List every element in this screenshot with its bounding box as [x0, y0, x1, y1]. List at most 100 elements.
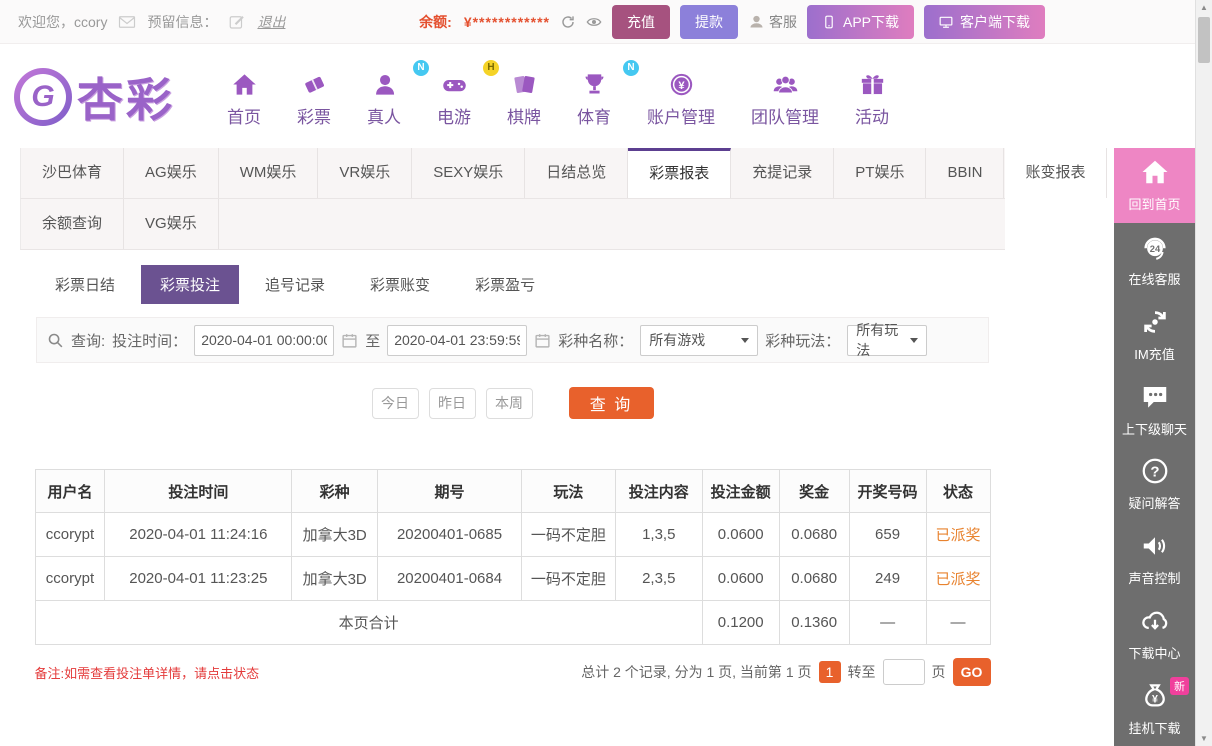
- tab-balance-query[interactable]: 余额查询: [21, 199, 124, 249]
- customer-service-link[interactable]: 客服: [748, 12, 797, 32]
- reserved-info-label: 预留信息：: [147, 12, 217, 32]
- welcome-text: 欢迎您，ccory: [18, 12, 107, 32]
- lottery-name-select[interactable]: 所有游戏: [640, 325, 758, 356]
- summary-label: 本页合计: [35, 601, 702, 645]
- sidebar-item-im-recharge[interactable]: IM充值: [1114, 298, 1195, 373]
- table-footer: 备注:如需查看投注单详情，请点击状态 总计 2 个记录, 分为 1 页, 当前第…: [35, 658, 991, 686]
- tab-sexy[interactable]: SEXY娱乐: [412, 148, 525, 198]
- site-logo[interactable]: G 杏彩: [14, 64, 175, 130]
- go-button[interactable]: GO: [953, 658, 991, 686]
- today-button[interactable]: 今日: [372, 388, 419, 419]
- sidebar-item-online-service[interactable]: 24 在线客服: [1114, 223, 1195, 298]
- edit-icon[interactable]: [228, 13, 246, 31]
- app-download-button[interactable]: APP下载: [807, 5, 914, 39]
- sidebar-item-faq[interactable]: ? 疑问解答: [1114, 447, 1195, 522]
- calendar-icon[interactable]: [341, 332, 358, 349]
- goto-page-input[interactable]: [883, 659, 925, 685]
- scroll-up-arrow-icon[interactable]: ▲: [1196, 0, 1212, 15]
- play-type-select[interactable]: 所有玩法: [847, 325, 927, 356]
- cloud-download-icon: [1140, 606, 1170, 636]
- cell-bet-amount: 0.0600: [702, 557, 779, 601]
- tab-vg[interactable]: VG娱乐: [124, 199, 219, 249]
- tab-daily-overview[interactable]: 日结总览: [525, 148, 628, 198]
- sidebar-item-sound-control[interactable]: 声音控制: [1114, 522, 1195, 597]
- nav-item-team[interactable]: 团队管理: [733, 66, 837, 128]
- status-link[interactable]: 已派奖: [926, 513, 990, 557]
- nav-item-home[interactable]: 首页: [209, 66, 279, 128]
- nav-label: 彩票: [279, 103, 349, 128]
- tab-bbin[interactable]: BBIN: [926, 148, 1004, 198]
- nav-item-boardgames[interactable]: 棋牌: [489, 66, 559, 128]
- scrollbar-thumb[interactable]: [1198, 17, 1210, 63]
- nav-item-live[interactable]: N 真人: [349, 66, 419, 128]
- recharge-button[interactable]: 充值: [612, 5, 670, 39]
- nav-item-egames[interactable]: H 电游: [419, 66, 489, 128]
- eye-icon[interactable]: [586, 14, 602, 30]
- pagination: 总计 2 个记录, 分为 1 页, 当前第 1 页 1 转至 页 GO: [581, 658, 990, 686]
- topbar-right: 余额: ¥************ 充值 提款 客服 APP下载 客户端下载: [419, 5, 1045, 39]
- calendar-icon[interactable]: [534, 332, 551, 349]
- sidebar-item-label: 在线客服: [1128, 269, 1180, 288]
- yesterday-button[interactable]: 昨日: [429, 388, 476, 419]
- question-icon: ?: [1140, 456, 1170, 486]
- cell-bet-time: 2020-04-01 11:24:16: [105, 513, 292, 557]
- tab-deposit-withdraw-records[interactable]: 充提记录: [731, 148, 834, 198]
- tab-account-change-report[interactable]: 账变报表: [1004, 148, 1107, 198]
- chevron-down-icon: [741, 338, 749, 343]
- trophy-icon: N: [559, 66, 629, 98]
- nav-item-account[interactable]: ¥ 账户管理: [629, 66, 733, 128]
- nav-item-sports[interactable]: N 体育: [559, 66, 629, 128]
- scroll-down-arrow-icon[interactable]: ▼: [1196, 731, 1212, 746]
- refresh-icon[interactable]: [560, 14, 576, 30]
- chevron-down-icon: [910, 338, 918, 343]
- sidebar-item-afk-download[interactable]: 新 ¥ 挂机下载: [1114, 671, 1195, 746]
- chat-icon: [1140, 382, 1170, 412]
- sidebar-item-download-center[interactable]: 下载中心: [1114, 597, 1195, 672]
- subtab-chase-records[interactable]: 追号记录: [246, 265, 344, 304]
- nav-label: 真人: [349, 103, 419, 128]
- subtab-lottery-daily[interactable]: 彩票日结: [36, 265, 134, 304]
- withdraw-button[interactable]: 提款: [680, 5, 738, 39]
- nav-item-lottery[interactable]: 彩票: [279, 66, 349, 128]
- tab-pt[interactable]: PT娱乐: [834, 148, 926, 198]
- this-week-button[interactable]: 本周: [486, 388, 533, 419]
- play-type-value: 所有玩法: [856, 320, 910, 360]
- cell-play: 一码不定胆: [521, 557, 615, 601]
- logout-link[interactable]: 退出: [257, 12, 285, 32]
- cell-bet-time: 2020-04-01 11:23:25: [105, 557, 292, 601]
- vertical-scrollbar[interactable]: ▲ ▼: [1195, 0, 1212, 746]
- summary-bet-total: 0.1200: [702, 601, 779, 645]
- client-download-button[interactable]: 客户端下载: [924, 5, 1045, 39]
- sidebar-item-label: IM充值: [1134, 344, 1174, 363]
- query-label: 查询:: [71, 330, 105, 351]
- subtab-lottery-account-change[interactable]: 彩票账变: [351, 265, 449, 304]
- sidebar-item-back-home[interactable]: 回到首页: [1114, 148, 1195, 223]
- lottery-name-label: 彩种名称：: [558, 330, 633, 351]
- bet-time-to-input[interactable]: [387, 325, 527, 356]
- sidebar-item-chat[interactable]: 上下级聊天: [1114, 372, 1195, 447]
- query-button[interactable]: 查 询: [569, 387, 654, 419]
- subtab-bar: 彩票日结 彩票投注 追号记录 彩票账变 彩票盈亏: [36, 265, 1005, 304]
- envelope-icon[interactable]: [118, 13, 136, 31]
- subtab-lottery-bets[interactable]: 彩票投注: [141, 265, 239, 304]
- tab-shaba-sports[interactable]: 沙巴体育: [21, 148, 124, 198]
- nav-item-promotions[interactable]: 活动: [837, 66, 907, 128]
- subtab-lottery-profit-loss[interactable]: 彩票盈亏: [456, 265, 554, 304]
- nav-label: 电游: [419, 103, 489, 128]
- svg-text:?: ?: [1150, 464, 1159, 481]
- bet-time-from-input[interactable]: [194, 325, 334, 356]
- svg-text:¥: ¥: [678, 80, 685, 92]
- team-icon: [733, 66, 837, 98]
- cell-issue: 20200401-0685: [378, 513, 522, 557]
- cell-prize: 0.0680: [779, 513, 849, 557]
- client-download-label: 客户端下载: [960, 12, 1030, 32]
- app-download-label: APP下载: [843, 12, 899, 32]
- tab-vr[interactable]: VR娱乐: [318, 148, 412, 198]
- cell-draw-number: 659: [849, 513, 926, 557]
- page-1-button[interactable]: 1: [819, 661, 841, 683]
- sidebar-item-label: 声音控制: [1128, 568, 1180, 587]
- tab-wm[interactable]: WM娱乐: [219, 148, 319, 198]
- tab-ag[interactable]: AG娱乐: [124, 148, 219, 198]
- tab-lottery-report[interactable]: 彩票报表: [628, 148, 731, 198]
- status-link[interactable]: 已派奖: [926, 557, 990, 601]
